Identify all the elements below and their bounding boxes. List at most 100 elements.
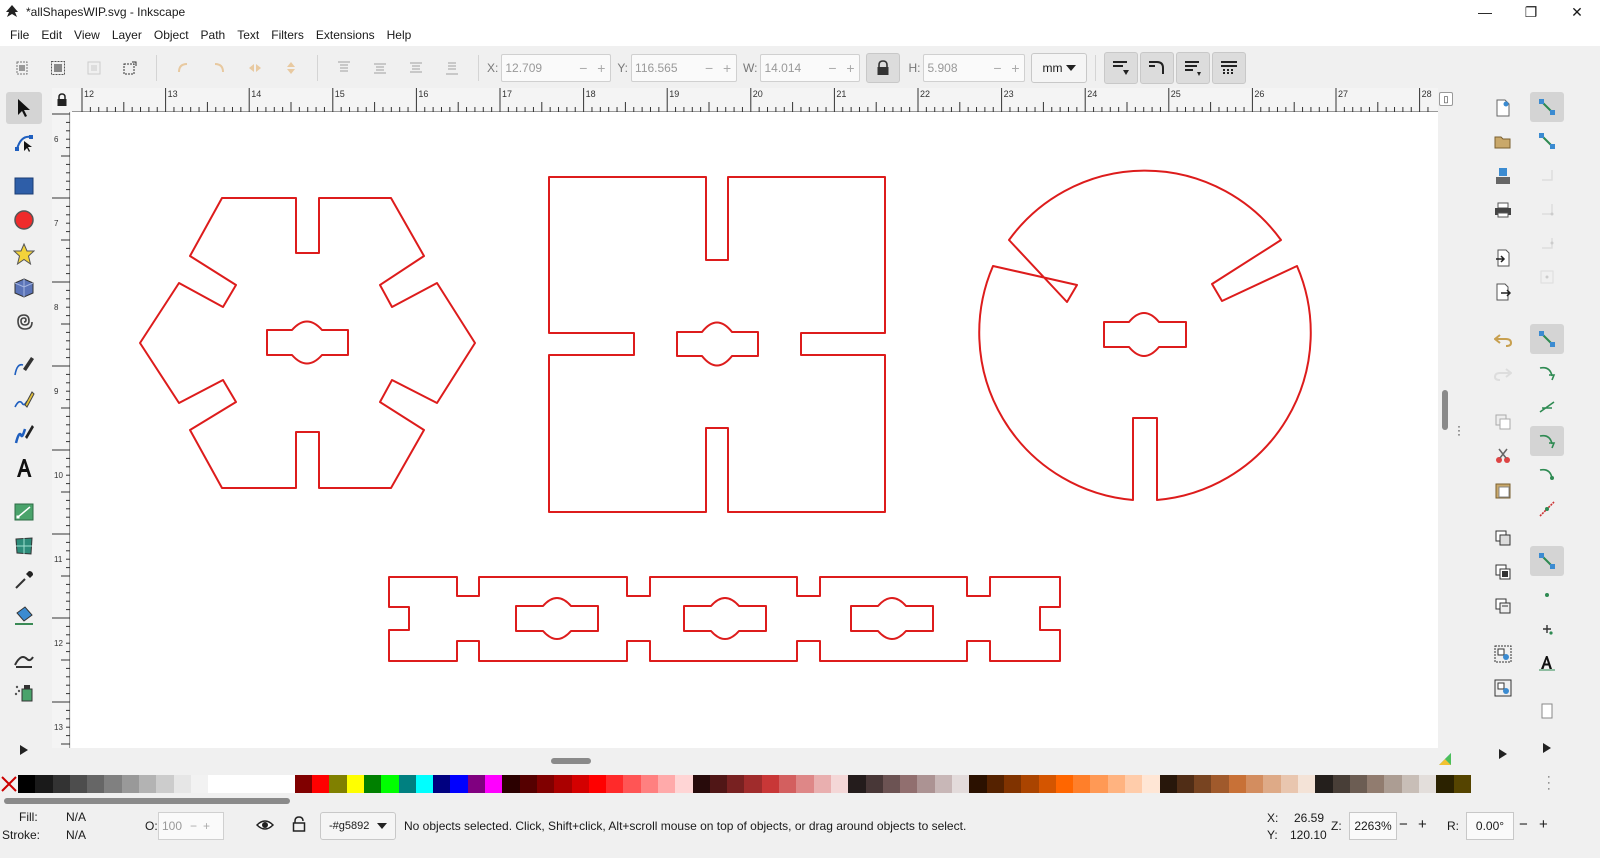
paste-button[interactable] (1488, 476, 1518, 504)
snap-others-toggle[interactable] (1530, 546, 1564, 576)
color-swatch[interactable] (294, 775, 313, 793)
color-swatch[interactable] (969, 775, 987, 793)
color-swatch[interactable] (1349, 775, 1368, 793)
color-swatch[interactable] (1159, 775, 1177, 793)
selector-tool[interactable] (6, 92, 42, 124)
menu-path[interactable]: Path (195, 24, 232, 46)
square-part[interactable] (548, 176, 886, 513)
open-document-button[interactable] (1488, 128, 1518, 156)
strip-slot-2[interactable] (683, 597, 767, 640)
vertical-scrollbar-thumb[interactable] (1442, 390, 1448, 430)
color-swatch[interactable] (121, 775, 140, 793)
strip-slot-1[interactable] (515, 597, 599, 640)
color-swatch[interactable] (18, 775, 36, 793)
snap-smooth-nodes-toggle[interactable] (1530, 460, 1564, 490)
circle-outline[interactable] (978, 169, 1312, 501)
rotate-cw-icon[interactable] (205, 54, 233, 82)
lock-guides-icon[interactable]: ▯ (1439, 92, 1453, 106)
text-tool[interactable] (6, 452, 42, 484)
ruler-lock[interactable] (52, 88, 72, 112)
strip-slot-3[interactable] (850, 597, 934, 640)
color-swatch[interactable] (346, 775, 364, 793)
palette-scrollbar-thumb[interactable] (4, 798, 290, 804)
menu-file[interactable]: File (4, 24, 35, 46)
flip-vertical-icon[interactable] (277, 54, 305, 82)
menu-layer[interactable]: Layer (106, 24, 148, 46)
color-swatch[interactable] (173, 775, 191, 793)
lower-icon[interactable] (402, 54, 430, 82)
group-button[interactable] (1488, 640, 1518, 668)
circle-center-slot[interactable] (1103, 312, 1187, 357)
color-swatch[interactable] (69, 775, 88, 793)
color-swatch[interactable] (1176, 775, 1195, 793)
square-outline[interactable] (548, 176, 886, 513)
color-swatch[interactable] (692, 775, 710, 793)
snap-bbox-toggle[interactable] (1530, 126, 1564, 156)
color-swatch[interactable] (640, 775, 658, 793)
x-increment-button[interactable]: + (592, 60, 610, 76)
snap-bbox-midpoint-toggle[interactable] (1530, 228, 1564, 258)
drawing-canvas[interactable] (71, 112, 1438, 748)
raise-icon[interactable] (366, 54, 394, 82)
color-swatch[interactable] (675, 775, 693, 793)
color-swatch[interactable] (1367, 775, 1385, 793)
toolbox-more-button[interactable] (6, 740, 42, 760)
snap-bbox-corner-toggle[interactable] (1530, 194, 1564, 224)
color-swatch[interactable] (761, 775, 780, 793)
hexagon-outline[interactable] (139, 197, 476, 489)
snap-bbox-center-toggle[interactable] (1530, 262, 1564, 292)
clone-button[interactable] (1488, 558, 1518, 586)
color-swatch[interactable] (1211, 775, 1229, 793)
color-swatch[interactable] (329, 775, 347, 793)
color-swatch[interactable] (900, 775, 918, 793)
color-swatch[interactable] (1055, 775, 1074, 793)
color-swatch[interactable] (242, 775, 261, 793)
snap-enable-toggle[interactable] (1530, 92, 1564, 122)
color-swatch[interactable] (934, 775, 953, 793)
w-increment-button[interactable]: + (841, 60, 859, 76)
tweak-tool[interactable] (6, 642, 42, 674)
color-swatch[interactable] (363, 775, 382, 793)
fill-value[interactable]: N/A (66, 810, 86, 824)
color-swatch[interactable] (1125, 775, 1143, 793)
pen-tool[interactable] (6, 350, 42, 382)
snap-nodes-toggle[interactable] (1530, 324, 1564, 354)
color-swatch[interactable] (398, 775, 416, 793)
color-swatch[interactable] (87, 775, 105, 793)
color-swatch[interactable] (225, 775, 243, 793)
color-swatch[interactable] (1246, 775, 1264, 793)
panel-handle-icon[interactable]: · · · (1457, 420, 1463, 440)
strip-outline[interactable] (388, 576, 1061, 662)
duplicate-button[interactable] (1488, 524, 1518, 552)
eye-icon[interactable] (256, 817, 274, 833)
opacity-increment-button[interactable]: + (203, 819, 210, 833)
color-swatch[interactable] (796, 775, 814, 793)
color-swatch[interactable] (104, 775, 122, 793)
zoom-in-button[interactable]: + (1418, 816, 1427, 833)
move-patterns-button[interactable] (1212, 52, 1247, 84)
vertical-scrollbar[interactable]: ▯ (1438, 88, 1454, 748)
color-swatch[interactable] (502, 775, 520, 793)
color-swatch[interactable] (917, 775, 935, 793)
invert-selection-icon[interactable] (80, 54, 108, 82)
flip-horizontal-icon[interactable] (241, 54, 269, 82)
w-input[interactable] (761, 55, 824, 81)
color-swatch[interactable] (571, 775, 589, 793)
color-swatch[interactable] (208, 775, 226, 793)
hexagon-center-slot[interactable] (266, 320, 349, 365)
strip-part[interactable] (388, 576, 1061, 662)
spray-tool[interactable] (6, 676, 42, 708)
snap-object-centers-toggle[interactable] (1530, 580, 1564, 610)
rectangle-tool[interactable] (6, 170, 42, 202)
menu-edit[interactable]: Edit (35, 24, 68, 46)
h-increment-button[interactable]: + (1006, 60, 1024, 76)
color-swatch[interactable] (830, 775, 849, 793)
color-swatch[interactable] (381, 775, 399, 793)
import-button[interactable] (1488, 244, 1518, 272)
color-swatch[interactable] (986, 775, 1004, 793)
minimize-button[interactable]: — (1462, 0, 1508, 24)
color-swatch[interactable] (156, 775, 174, 793)
color-swatch[interactable] (1384, 775, 1402, 793)
stroke-value[interactable]: N/A (66, 828, 86, 842)
calligraphy-tool[interactable] (6, 418, 42, 450)
